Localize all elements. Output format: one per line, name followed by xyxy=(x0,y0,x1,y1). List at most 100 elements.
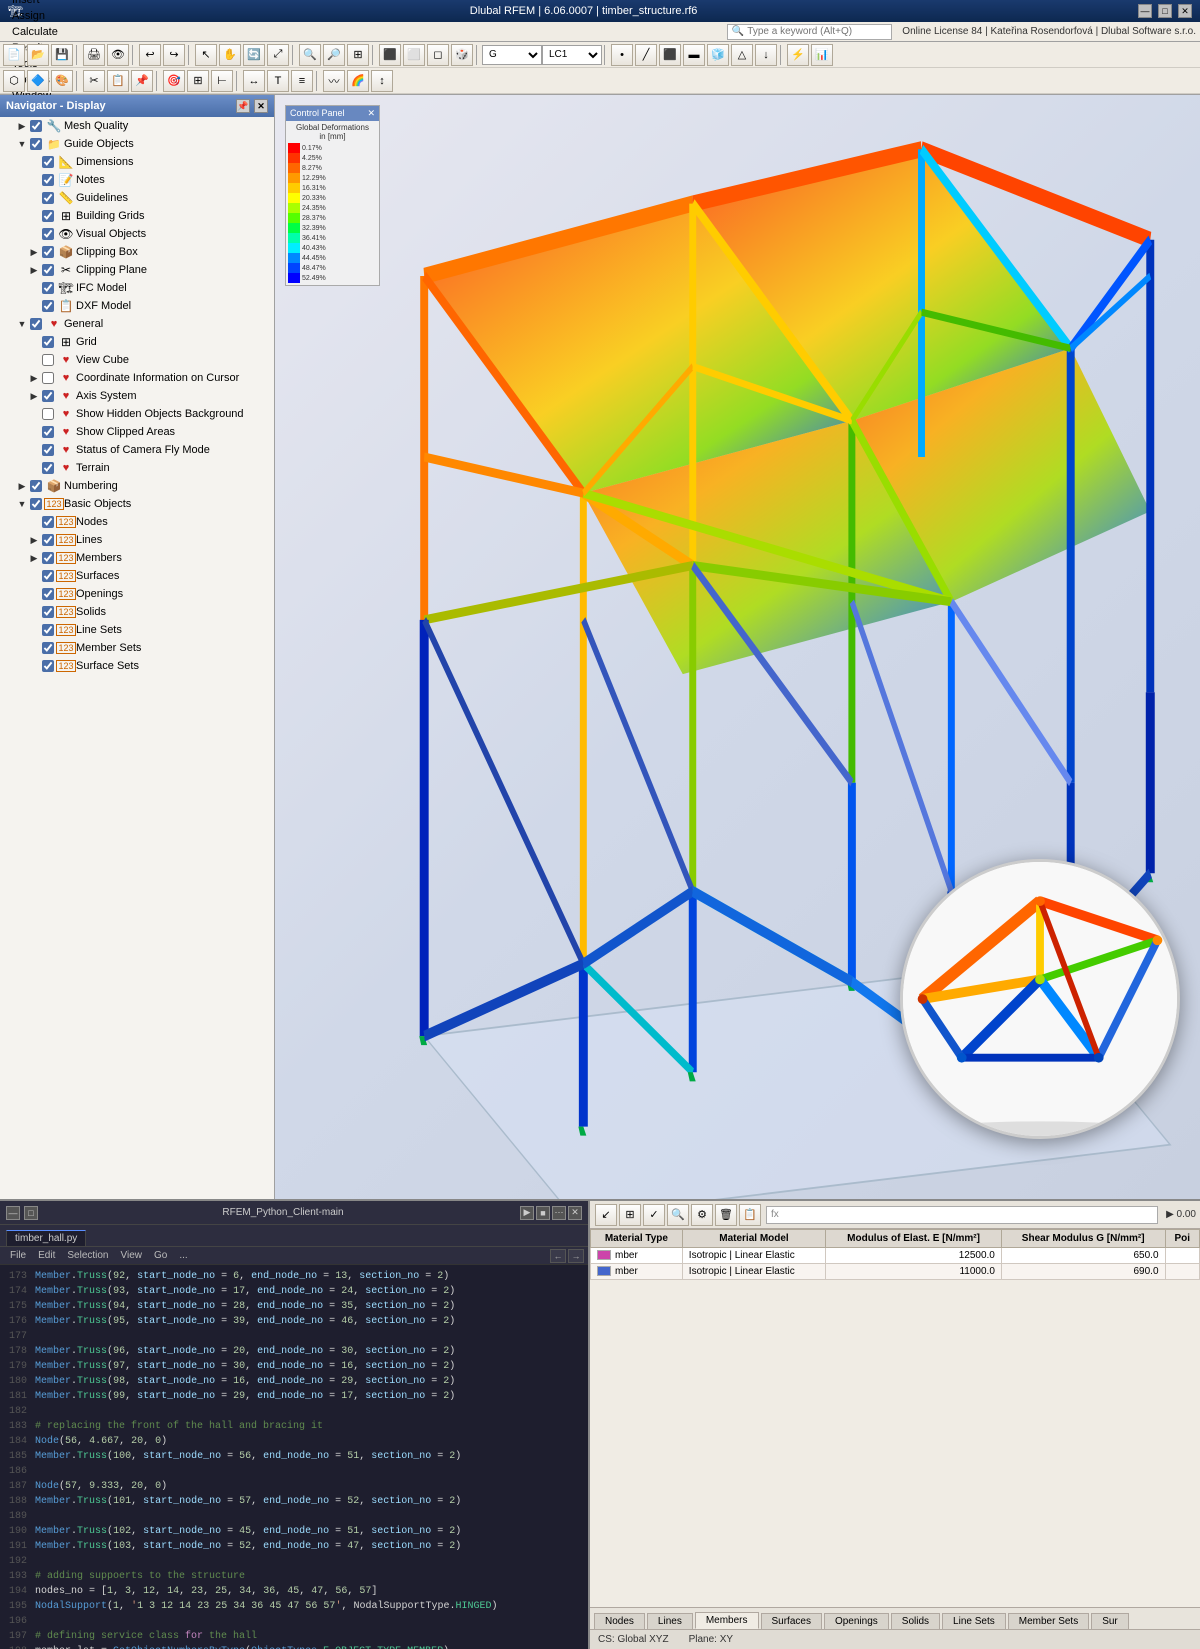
code-line[interactable]: 187Node(57, 9.333, 20, 0) xyxy=(0,1479,588,1494)
rp-btn-4[interactable]: 🔍 xyxy=(667,1204,689,1226)
lc2-dropdown[interactable]: LC1 xyxy=(542,45,602,65)
tree-toggle[interactable]: ▼ xyxy=(16,498,28,510)
code-line[interactable]: 195NodalSupport(1, '1 3 12 14 23 25 34 3… xyxy=(0,1599,588,1614)
code-line[interactable]: 178Member.Truss(96, start_node_no = 20, … xyxy=(0,1344,588,1359)
code-line[interactable]: 189 xyxy=(0,1509,588,1524)
tree-checkbox[interactable] xyxy=(42,336,54,348)
tree-item-guidelines[interactable]: 📏Guidelines xyxy=(0,189,274,207)
code-body[interactable]: 173Member.Truss(92, start_node_no = 6, e… xyxy=(0,1265,588,1649)
code-stop-btn[interactable]: ■ xyxy=(536,1206,550,1220)
code-line[interactable]: 192 xyxy=(0,1554,588,1569)
text-btn[interactable]: T xyxy=(267,70,289,92)
tree-item-dxf-model[interactable]: 📋DXF Model xyxy=(0,297,274,315)
surface-btn[interactable]: ▬ xyxy=(683,44,705,66)
code-line[interactable]: 191Member.Truss(103, start_node_no = 52,… xyxy=(0,1539,588,1554)
close-btn[interactable]: ✕ xyxy=(1178,4,1192,18)
bottom-tab-lines[interactable]: Lines xyxy=(647,1613,693,1629)
code-line[interactable]: 177 xyxy=(0,1329,588,1344)
tree-item-axis-system[interactable]: ▶♥Axis System xyxy=(0,387,274,405)
code-run-btn[interactable]: ▶ xyxy=(520,1206,534,1220)
code-line[interactable]: 180Member.Truss(98, start_node_no = 16, … xyxy=(0,1374,588,1389)
tree-item-notes[interactable]: 📝Notes xyxy=(0,171,274,189)
tree-item-surfaces[interactable]: 123Surfaces xyxy=(0,567,274,585)
code-line[interactable]: 175Member.Truss(94, start_node_no = 28, … xyxy=(0,1299,588,1314)
tree-checkbox[interactable] xyxy=(42,534,54,546)
tree-toggle[interactable]: ▶ xyxy=(16,120,28,132)
new-btn[interactable]: 📄 xyxy=(3,44,25,66)
code-line[interactable]: 188Member.Truss(101, start_node_no = 57,… xyxy=(0,1494,588,1509)
code-line[interactable]: 197# defining service class for the hall xyxy=(0,1629,588,1644)
code-line[interactable]: 182 xyxy=(0,1404,588,1419)
tree-checkbox[interactable] xyxy=(42,426,54,438)
tree-item-visual-objects[interactable]: 👁Visual Objects xyxy=(0,225,274,243)
tree-checkbox[interactable] xyxy=(42,372,54,384)
bottom-tab-nodes[interactable]: Nodes xyxy=(594,1613,645,1629)
code-line[interactable]: 173Member.Truss(92, start_node_no = 6, e… xyxy=(0,1269,588,1284)
code-minimize-btn[interactable]: — xyxy=(6,1206,20,1220)
code-maximize-btn[interactable]: □ xyxy=(24,1206,38,1220)
tree-checkbox[interactable] xyxy=(42,444,54,456)
tree-item-dimensions[interactable]: 📐Dimensions xyxy=(0,153,274,171)
tree-checkbox[interactable] xyxy=(42,228,54,240)
nav-tree[interactable]: ▶🔧Mesh Quality▼📁Guide Objects📐Dimensions… xyxy=(0,117,274,1199)
code-line[interactable]: 183# replacing the front of the hall and… xyxy=(0,1419,588,1434)
force-btn[interactable]: ↕ xyxy=(371,70,393,92)
tree-checkbox[interactable] xyxy=(42,174,54,186)
code-nav-fwd[interactable]: → xyxy=(568,1249,584,1263)
paste-btn[interactable]: 📌 xyxy=(131,70,153,92)
save-btn[interactable]: 💾 xyxy=(51,44,73,66)
deform-btn[interactable]: 〰 xyxy=(323,70,345,92)
code-menu-view[interactable]: View xyxy=(115,1250,149,1261)
code-close-btn[interactable]: ✕ xyxy=(568,1206,582,1220)
nav-close-btn[interactable]: ✕ xyxy=(254,99,268,113)
dim-btn[interactable]: ↔ xyxy=(243,70,265,92)
grid-btn[interactable]: ⊞ xyxy=(187,70,209,92)
calc-btn[interactable]: ⚡ xyxy=(787,44,809,66)
tree-item-ifc-model[interactable]: 🏗IFC Model xyxy=(0,279,274,297)
tree-checkbox[interactable] xyxy=(42,264,54,276)
menu-item-assign[interactable]: Assign xyxy=(4,8,66,24)
code-more-btn[interactable]: ⋯ xyxy=(552,1206,566,1220)
code-line[interactable]: 185Member.Truss(100, start_node_no = 56,… xyxy=(0,1449,588,1464)
tree-item-show-clipped-areas[interactable]: ♥Show Clipped Areas xyxy=(0,423,274,441)
front-view-btn[interactable]: ⬛ xyxy=(379,44,401,66)
tree-checkbox[interactable] xyxy=(42,390,54,402)
print-btn[interactable]: 🖨 xyxy=(83,44,105,66)
code-line[interactable]: 198member_lst = GetObjectNumbersByType(O… xyxy=(0,1644,588,1649)
tree-item-building-grids[interactable]: ⊞Building Grids xyxy=(0,207,274,225)
side-view-btn[interactable]: ⬜ xyxy=(403,44,425,66)
code-tab-active[interactable]: timber_hall.py xyxy=(6,1230,86,1246)
tree-toggle[interactable]: ▼ xyxy=(16,318,28,330)
search-input[interactable] xyxy=(747,26,887,37)
ortho-btn[interactable]: ⊢ xyxy=(211,70,233,92)
support-btn[interactable]: △ xyxy=(731,44,753,66)
tree-item-nodes[interactable]: 123Nodes xyxy=(0,513,274,531)
tree-toggle[interactable]: ▶ xyxy=(28,390,40,402)
tree-item-coordinate-information-on-cursor[interactable]: ▶♥Coordinate Information on Cursor xyxy=(0,369,274,387)
snap-btn[interactable]: 🎯 xyxy=(163,70,185,92)
move-btn[interactable]: ✋ xyxy=(219,44,241,66)
tree-toggle[interactable]: ▶ xyxy=(28,264,40,276)
tree-checkbox[interactable] xyxy=(42,588,54,600)
redo-btn[interactable]: ↪ xyxy=(163,44,185,66)
tree-checkbox[interactable] xyxy=(42,462,54,474)
node-btn[interactable]: • xyxy=(611,44,633,66)
code-menu-more[interactable]: ... xyxy=(173,1250,193,1261)
section-btn[interactable]: ≡ xyxy=(291,70,313,92)
tree-item-status-of-camera-fly-mode[interactable]: ♥Status of Camera Fly Mode xyxy=(0,441,274,459)
color-btn[interactable]: 🎨 xyxy=(51,70,73,92)
tree-item-general[interactable]: ▼♥General xyxy=(0,315,274,333)
bottom-tab-line-sets[interactable]: Line Sets xyxy=(942,1613,1006,1629)
tree-checkbox[interactable] xyxy=(42,660,54,672)
stress-btn[interactable]: 🌈 xyxy=(347,70,369,92)
cut-btn[interactable]: ✂ xyxy=(83,70,105,92)
tree-checkbox[interactable] xyxy=(30,318,42,330)
zoom-in-btn[interactable]: 🔍 xyxy=(299,44,321,66)
code-line[interactable]: 181Member.Truss(99, start_node_no = 29, … xyxy=(0,1389,588,1404)
data-table[interactable]: Material TypeMaterial ModelModulus of El… xyxy=(590,1229,1200,1607)
tree-toggle[interactable]: ▶ xyxy=(28,372,40,384)
tree-checkbox[interactable] xyxy=(42,408,54,420)
3d-view-btn[interactable]: 🎲 xyxy=(451,44,473,66)
code-menu-file[interactable]: File xyxy=(4,1250,32,1261)
tree-checkbox[interactable] xyxy=(30,138,42,150)
